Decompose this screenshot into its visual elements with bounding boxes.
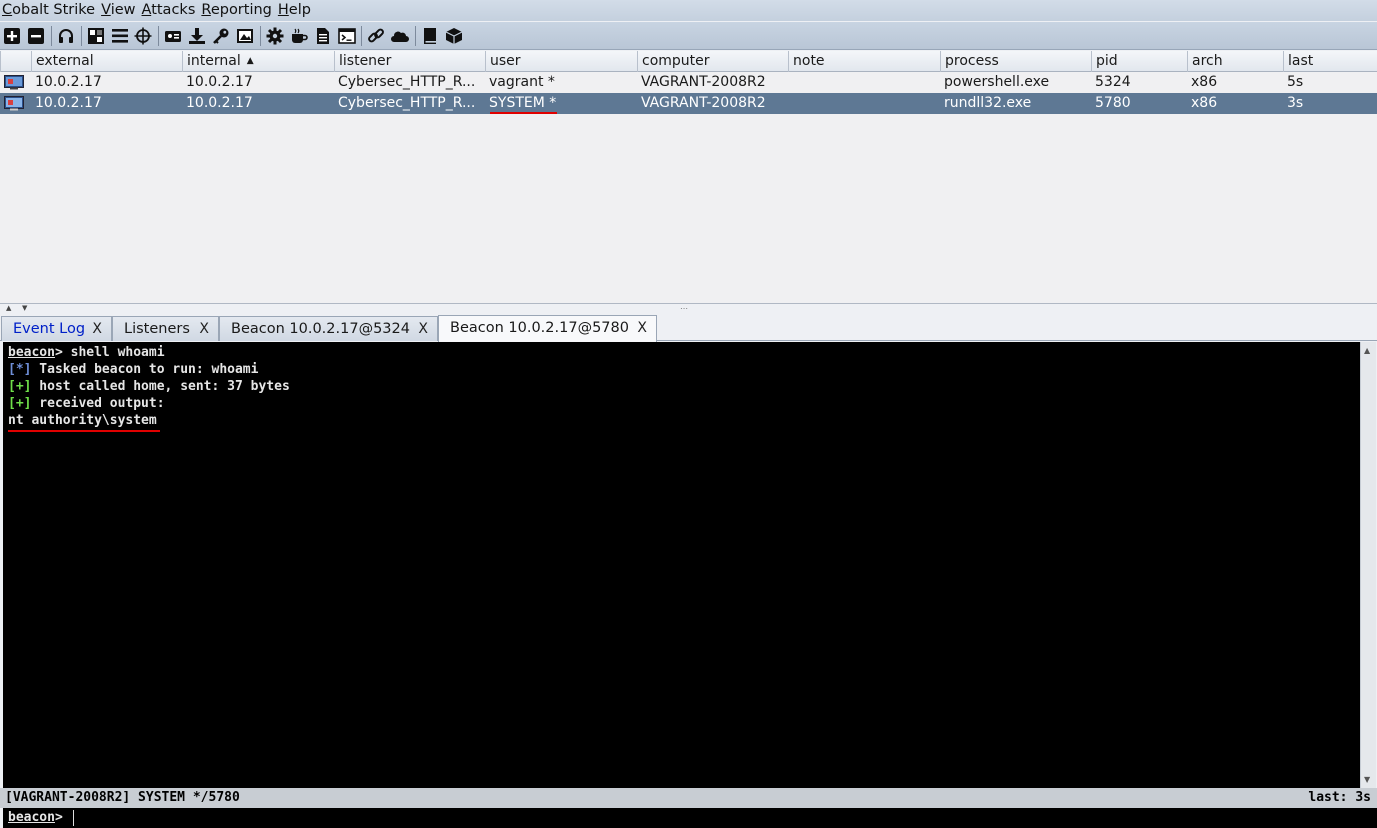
toolbar-separator	[259, 25, 261, 46]
credentials-icon[interactable]	[163, 25, 183, 47]
cell-last: 3s	[1287, 95, 1304, 111]
highlight-underline-user	[490, 112, 557, 114]
beacon-session-icon	[4, 75, 24, 90]
tab-beacon-5780[interactable]: Beacon 10.0.2.17@5780 X	[438, 315, 657, 342]
expand-down-icon[interactable]: ▼	[22, 304, 27, 312]
cell-process: powershell.exe	[944, 74, 1050, 90]
column-header-note[interactable]: note	[788, 51, 940, 72]
grip-handle-icon[interactable]: ⋯	[680, 304, 688, 313]
console-line: [+] host called home, sent: 37 bytes	[8, 379, 290, 394]
tab-beacon-5324[interactable]: Beacon 10.0.2.17@5324 X	[219, 316, 438, 341]
column-header-last[interactable]: last	[1283, 51, 1377, 72]
cell-computer: VAGRANT-2008R2	[641, 74, 766, 90]
menu-reporting[interactable]: Reporting	[199, 0, 276, 21]
cell-note	[788, 72, 940, 93]
book-icon[interactable]	[420, 25, 440, 47]
command-input[interactable]	[73, 810, 1363, 826]
console-line: [+] received output:	[8, 396, 165, 411]
status-last-checkin: last: 3s	[1308, 790, 1371, 805]
key-icon[interactable]	[211, 25, 231, 47]
session-table: external internal ▲ listener user compute…	[0, 51, 1377, 303]
menu-help[interactable]: Help	[276, 0, 315, 21]
cell-internal: 10.0.2.17	[186, 74, 253, 90]
minus-icon[interactable]	[26, 25, 46, 47]
package-icon[interactable]	[444, 25, 464, 47]
toolbar	[0, 22, 1377, 50]
status-session: [VAGRANT-2008R2] SYSTEM */5780	[5, 790, 240, 805]
toolbar-separator	[361, 25, 363, 46]
close-icon[interactable]: X	[199, 317, 209, 341]
cell-computer: VAGRANT-2008R2	[641, 95, 766, 111]
cell-user: vagrant *	[489, 74, 555, 90]
coffee-icon[interactable]	[289, 25, 309, 47]
column-header-arch[interactable]: arch	[1187, 51, 1283, 72]
target-crosshair-icon[interactable]	[133, 25, 153, 47]
screenshot-icon[interactable]	[235, 25, 255, 47]
column-header-user[interactable]: user	[485, 51, 637, 72]
cell-pid: 5780	[1095, 95, 1131, 111]
cell-listener: Cybersec_HTTP_R...	[338, 95, 476, 111]
toolbar-separator	[80, 25, 82, 46]
cell-last: 5s	[1287, 74, 1304, 90]
console-icon[interactable]	[337, 25, 357, 47]
scroll-down-icon[interactable]: ▼	[1364, 775, 1370, 784]
tab-event-log[interactable]: Event Log X	[1, 316, 112, 341]
cloud-icon[interactable]	[390, 25, 410, 47]
expand-up-icon[interactable]: ▲	[6, 304, 11, 312]
table-row[interactable]: 10.0.2.17 10.0.2.17 Cybersec_HTTP_R... v…	[0, 72, 1377, 93]
toolbar-separator	[158, 25, 160, 46]
download-icon[interactable]	[187, 25, 207, 47]
tab-listeners[interactable]: Listeners X	[112, 316, 219, 341]
column-header-external[interactable]: external	[31, 51, 182, 72]
menu-attacks[interactable]: Attacks	[140, 0, 200, 21]
toolbar-separator	[415, 25, 417, 46]
cell-process: rundll32.exe	[944, 95, 1032, 111]
table-row-selected[interactable]: 10.0.2.17 10.0.2.17 Cybersec_HTTP_R... S…	[0, 93, 1377, 114]
console-line: [*] Tasked beacon to run: whoami	[8, 362, 259, 377]
tab-bar: Event Log X Listeners X Beacon 10.0.2.17@5…	[0, 315, 1377, 342]
menu-view[interactable]: View	[99, 0, 139, 21]
table-header: external internal ▲ listener user compute…	[0, 51, 1377, 72]
column-header-pid[interactable]: pid	[1091, 51, 1187, 72]
session-list-icon[interactable]	[110, 25, 130, 47]
document-icon[interactable]	[313, 25, 333, 47]
cell-arch: x86	[1191, 95, 1218, 111]
sort-ascending-icon: ▲	[246, 56, 254, 66]
console-command-line: beacon> shell whoami	[8, 345, 165, 360]
cell-external: 10.0.2.17	[35, 74, 102, 90]
command-input-line: beacon>	[3, 808, 1377, 828]
cell-arch: x86	[1191, 74, 1218, 90]
scroll-up-icon[interactable]: ▲	[1364, 346, 1370, 355]
gear-icon[interactable]	[265, 25, 285, 47]
close-icon[interactable]: X	[637, 316, 647, 340]
column-header-listener[interactable]: listener	[334, 51, 485, 72]
cell-external: 10.0.2.17	[35, 95, 102, 111]
toolbar-separator	[50, 25, 52, 46]
console-output: nt authority\system	[8, 413, 157, 428]
beacon-status-bar: [VAGRANT-2008R2] SYSTEM */5780 last: 3s	[0, 788, 1377, 808]
input-prompt: beacon	[8, 810, 55, 825]
close-icon[interactable]: X	[418, 317, 428, 341]
column-header-internal[interactable]: internal ▲	[182, 51, 334, 72]
close-icon[interactable]: X	[92, 317, 102, 341]
console-scrollbar[interactable]: ▲ ▼	[1360, 342, 1376, 788]
plus-icon[interactable]	[2, 25, 22, 47]
headphones-icon[interactable]	[56, 25, 76, 47]
cell-listener: Cybersec_HTTP_R...	[338, 74, 476, 90]
cell-note	[788, 93, 940, 114]
cell-internal: 10.0.2.17	[186, 95, 253, 111]
menu-cobalt-strike[interactable]: Cobalt Strike	[0, 0, 99, 21]
highlight-underline-output	[8, 430, 160, 432]
column-header-computer[interactable]: computer	[637, 51, 788, 72]
cell-user: SYSTEM *	[489, 95, 557, 111]
split-pane-divider[interactable]: ▲ ▼ ⋯	[0, 303, 1377, 315]
pivot-graph-icon[interactable]	[86, 25, 106, 47]
cell-pid: 5324	[1095, 74, 1131, 90]
column-header-icon[interactable]	[0, 51, 31, 72]
column-header-process[interactable]: process	[940, 51, 1091, 72]
beacon-session-icon	[4, 96, 24, 111]
beacon-console[interactable]: beacon> shell whoami [*] Tasked beacon t…	[3, 342, 1360, 788]
link-icon[interactable]	[366, 25, 386, 47]
menu-bar: Cobalt Strike View Attacks Reporting Hel…	[0, 0, 1377, 21]
